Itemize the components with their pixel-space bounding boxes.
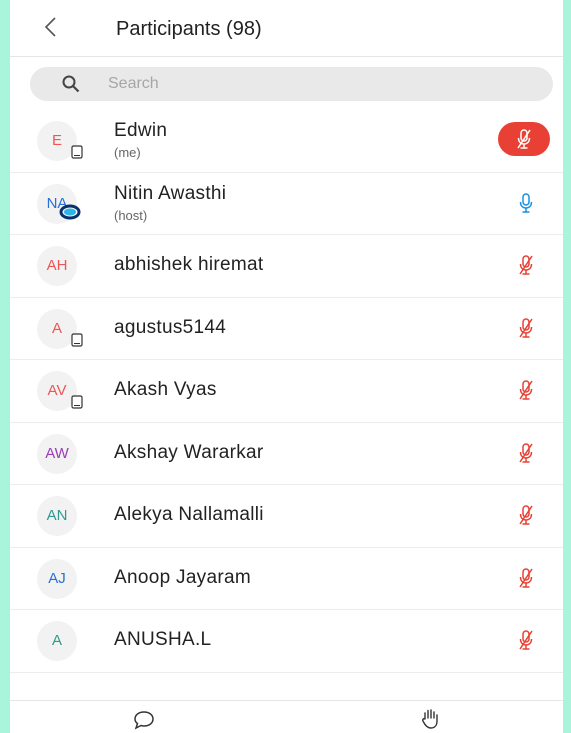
mic-muted-icon: [519, 630, 533, 650]
avatar: E: [37, 121, 83, 161]
participant-role: (me): [114, 145, 141, 160]
avatar: AJ: [37, 558, 77, 599]
participant-row[interactable]: AW Akshay Wararkar: [10, 423, 563, 485]
mic-status-button[interactable]: [516, 442, 536, 464]
participant-name: Alekya Nallamalli: [114, 504, 264, 525]
raise-hand-icon[interactable]: [418, 707, 442, 731]
participant-role: (host): [114, 207, 148, 223]
avatar: NA: [37, 183, 81, 224]
avatar-initials: A: [51, 632, 62, 649]
mic-muted-icon: [519, 567, 533, 588]
mic-status-button[interactable]: [516, 379, 536, 401]
participant-row[interactable]: E Edwin (me): [10, 110, 563, 173]
mobile-device-icon: [71, 145, 83, 159]
avatar-initials: AJ: [48, 569, 66, 587]
avatar-initials: AN: [46, 507, 68, 524]
mic-status-button[interactable]: [516, 629, 536, 651]
participant-name: abhishek hiremat: [114, 254, 264, 275]
mic-status-button[interactable]: [516, 254, 536, 276]
participant-name: agustus5144: [114, 316, 227, 338]
participant-name: Anoop Jayaram: [114, 566, 251, 588]
avatar: AH: [37, 246, 77, 286]
mic-status-button[interactable]: [516, 192, 536, 214]
participant-row[interactable]: A ANUSHA.L: [10, 610, 563, 673]
unmute-button[interactable]: [498, 122, 550, 156]
mic-muted-icon: [519, 505, 533, 525]
mic-muted-icon: [519, 255, 533, 275]
page-title: Participants (98): [116, 18, 262, 40]
avatar-initials: AV: [47, 382, 67, 399]
mic-status-button[interactable]: [516, 567, 536, 589]
chevron-left-icon: [44, 17, 56, 37]
mic-muted-icon: [519, 380, 533, 400]
avatar: AV: [37, 371, 83, 411]
avatar-initials: AW: [45, 444, 69, 462]
participant-name: Akshay Wararkar: [114, 441, 264, 463]
footer-toolbar: [10, 700, 563, 733]
participant-name: Akash Vyas: [114, 379, 217, 400]
search-input[interactable]: Search: [30, 67, 553, 101]
participant-name: Nitin Awasthi: [114, 182, 227, 204]
mic-status-button[interactable]: [516, 317, 536, 339]
avatar: AN: [37, 496, 77, 536]
participant-row[interactable]: AJ Anoop Jayaram: [10, 548, 563, 610]
avatar: A: [37, 621, 77, 661]
mobile-device-icon: [71, 395, 83, 409]
mic-muted-icon: [519, 442, 533, 463]
avatar-initials: AH: [46, 257, 68, 274]
mobile-device-icon: [71, 332, 83, 347]
participants-panel: Participants (98) Search E Edwin (me) NA Nit…: [10, 0, 563, 733]
avatar-initials: A: [51, 319, 62, 337]
search-placeholder: Search: [108, 75, 159, 92]
avatar: AW: [37, 433, 77, 474]
chat-icon[interactable]: [132, 709, 156, 731]
participant-name: ANUSHA.L: [114, 629, 212, 650]
participant-row[interactable]: Aagustus5144: [10, 298, 563, 360]
participant-row[interactable]: NA Nitin Awasthi (host): [10, 173, 563, 235]
participant-name: Edwin: [114, 120, 168, 141]
search-icon: [62, 75, 80, 93]
mic-muted-icon: [517, 129, 531, 149]
header: Participants (98): [10, 0, 563, 57]
participant-row[interactable]: AV Akash Vyas: [10, 360, 563, 423]
participant-row[interactable]: AH abhishek hiremat: [10, 235, 563, 298]
org-logo-icon: [59, 204, 81, 219]
back-button[interactable]: [40, 16, 62, 38]
mic-muted-icon: [519, 317, 533, 338]
avatar: A: [37, 308, 83, 349]
mic-icon: [519, 192, 533, 213]
mic-status-button[interactable]: [516, 504, 536, 526]
participant-list: E Edwin (me) NA Nitin Awasthi (host) AH abhishe…: [10, 110, 563, 673]
participant-row[interactable]: AN Alekya Nallamalli: [10, 485, 563, 548]
avatar-initials: E: [51, 132, 62, 149]
